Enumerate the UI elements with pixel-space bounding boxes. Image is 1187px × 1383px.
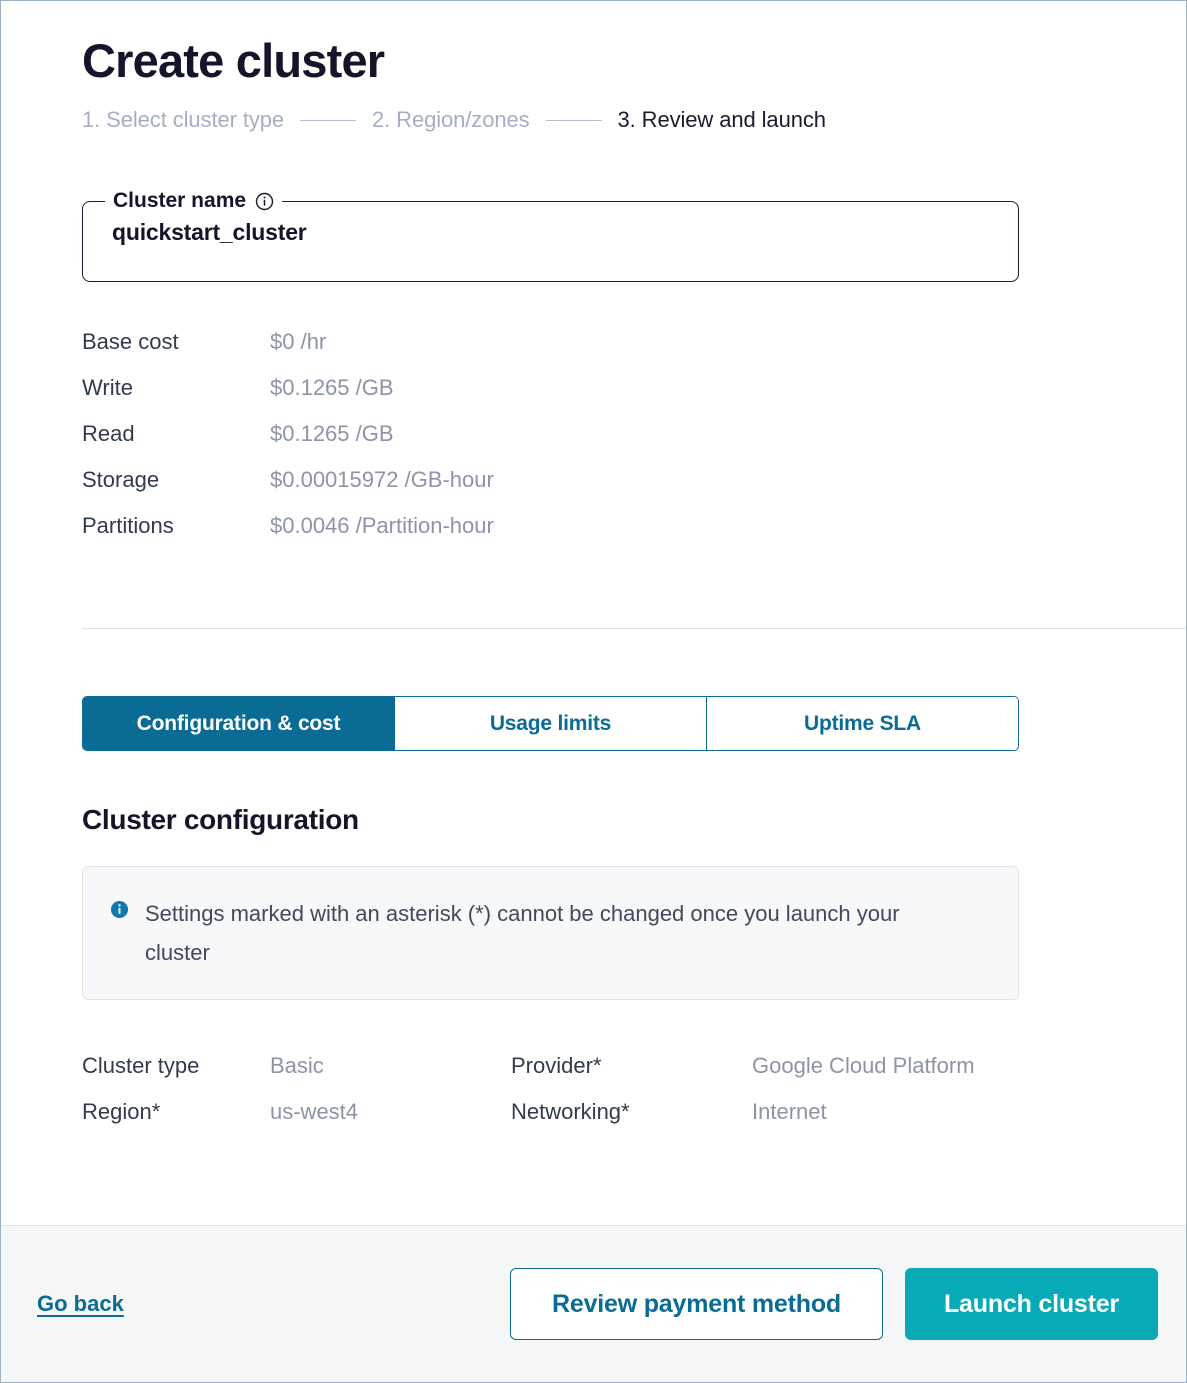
page-title: Create cluster: [82, 34, 385, 87]
pricing-label: Base cost: [82, 329, 179, 355]
config-key: Cluster type: [82, 1053, 200, 1079]
config-value: us-west4: [270, 1099, 359, 1125]
pricing-list: Base cost $0 /hr Write $0.1265 /GB Read …: [82, 329, 1186, 559]
go-back-link[interactable]: Go back: [37, 1291, 124, 1317]
cluster-name-legend: Cluster name: [105, 189, 282, 213]
footer-actions: Review payment method Launch cluster: [510, 1268, 1158, 1340]
pricing-value: $0.1265 /GB: [270, 421, 394, 447]
stepper-step-1[interactable]: 1. Select cluster type: [82, 107, 284, 133]
launch-cluster-button[interactable]: Launch cluster: [904, 1268, 1158, 1340]
stepper: 1. Select cluster type 2. Region/zones 3…: [1, 88, 1186, 133]
pricing-row: Base cost $0 /hr: [82, 329, 1186, 375]
stepper-connector-icon: [545, 119, 602, 121]
pricing-row: Partitions $0.0046 /Partition-hour: [82, 513, 1186, 559]
info-banner-text: Settings marked with an asterisk (*) can…: [145, 901, 900, 966]
pricing-row: Read $0.1265 /GB: [82, 421, 1186, 467]
section-divider: [82, 628, 1186, 630]
config-key: Provider*: [511, 1053, 602, 1079]
tab-uptime-sla[interactable]: Uptime SLA: [707, 697, 1018, 751]
pricing-value: $0.0046 /Partition-hour: [270, 513, 494, 539]
pricing-label: Write: [82, 375, 133, 401]
configuration-grid: Cluster type Basic Provider* Google Clou…: [82, 1043, 1042, 1135]
tab-configuration-and-cost[interactable]: Configuration & cost: [83, 697, 395, 751]
pricing-value: $0.00015972 /GB-hour: [270, 467, 494, 493]
config-value: Internet: [752, 1099, 827, 1125]
cluster-name-field[interactable]: Cluster name quickstart_cluster: [82, 189, 1019, 283]
stepper-step-3[interactable]: 3. Review and launch: [618, 107, 826, 133]
config-value: Basic: [270, 1053, 324, 1079]
info-outline-icon[interactable]: [255, 192, 274, 211]
pricing-value: $0 /hr: [270, 329, 327, 355]
pricing-label: Read: [82, 421, 135, 447]
tab-bar: Configuration & cost Usage limits Uptime…: [82, 696, 1019, 752]
cluster-configuration-heading: Cluster configuration: [82, 804, 359, 836]
info-filled-icon: [110, 900, 129, 919]
stepper-step-2[interactable]: 2. Region/zones: [372, 107, 530, 133]
dialog-content-scroll-area[interactable]: Create cluster 1. Select cluster type 2.…: [1, 1, 1186, 1225]
cluster-name-label: Cluster name: [113, 189, 247, 213]
review-payment-method-button[interactable]: Review payment method: [510, 1268, 883, 1340]
pricing-row: Write $0.1265 /GB: [82, 375, 1186, 421]
config-key: Region*: [82, 1099, 161, 1125]
dialog-footer: Go back Review payment method Launch clu…: [1, 1225, 1186, 1382]
pricing-row: Storage $0.00015972 /GB-hour: [82, 467, 1186, 513]
pricing-label: Storage: [82, 467, 160, 493]
pricing-value: $0.1265 /GB: [270, 375, 394, 401]
create-cluster-dialog: Create cluster 1. Select cluster type 2.…: [0, 0, 1187, 1383]
tab-usage-limits[interactable]: Usage limits: [395, 697, 707, 751]
config-value: Google Cloud Platform: [752, 1053, 975, 1079]
stepper-connector-icon: [300, 119, 357, 121]
cluster-name-input[interactable]: quickstart_cluster: [83, 213, 1018, 246]
info-banner: Settings marked with an asterisk (*) can…: [82, 866, 1019, 1001]
pricing-label: Partitions: [82, 513, 174, 539]
config-key: Networking*: [511, 1099, 630, 1125]
